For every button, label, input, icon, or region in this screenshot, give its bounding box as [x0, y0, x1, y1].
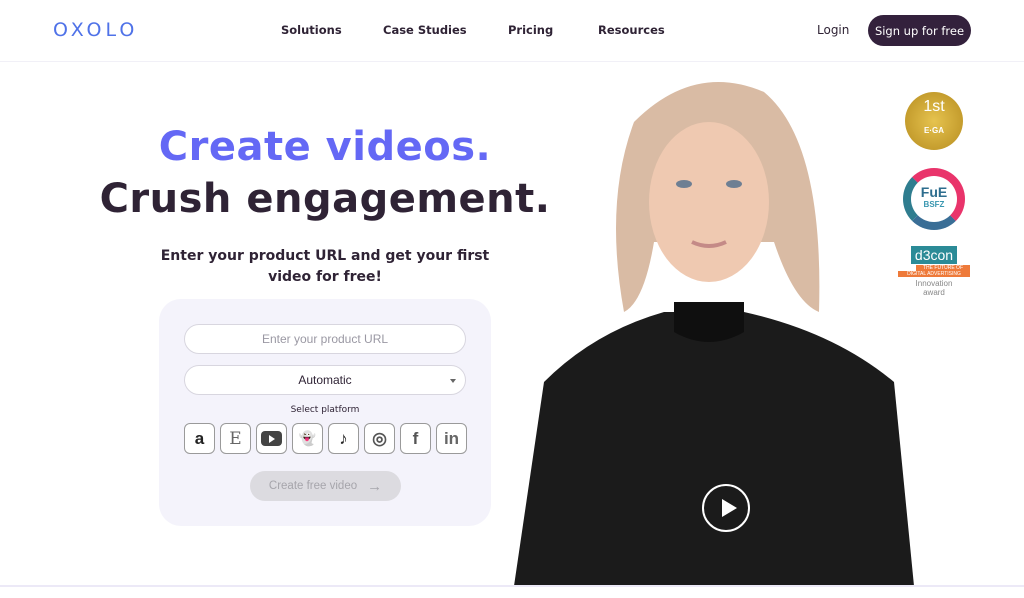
nav-resources[interactable]: Resources — [598, 23, 665, 37]
oxolo-logo[interactable]: OXOLO — [53, 19, 138, 41]
snapchat-icon[interactable]: 👻 — [292, 423, 323, 454]
instagram-icon[interactable]: ◎ — [364, 423, 395, 454]
tiktok-icon[interactable]: ♪ — [328, 423, 359, 454]
login-link[interactable]: Login — [817, 23, 849, 37]
play-icon[interactable] — [702, 484, 750, 532]
signup-button[interactable]: Sign up for free — [868, 15, 971, 46]
fue-title: FuE — [920, 184, 948, 200]
create-video-button[interactable]: Create free video → — [250, 471, 401, 501]
ega-label: E·GA — [924, 126, 944, 135]
etsy-icon[interactable]: E — [220, 423, 251, 454]
facebook-icon[interactable]: f — [400, 423, 431, 454]
select-platform-label: Select platform — [290, 405, 360, 415]
nav-solutions[interactable]: Solutions — [281, 23, 342, 37]
product-url-input[interactable]: Enter your product URL — [184, 324, 466, 354]
hero-subtitle: Enter your product URL and get your firs… — [160, 248, 490, 285]
d3con-award-badge: d3con THE FUTURE OF DIGITAL ADVERTISING … — [898, 246, 970, 297]
arrow-right-icon: → — [367, 477, 383, 495]
d3con-tag2: DIGITAL ADVERTISING — [898, 271, 970, 277]
section-divider — [0, 585, 1024, 587]
linkedin-icon[interactable]: in — [436, 423, 467, 454]
nav-case-studies[interactable]: Case Studies — [383, 23, 467, 37]
nav-pricing[interactable]: Pricing — [508, 23, 553, 37]
ega-rank: 1st — [923, 98, 945, 115]
fue-award-badge: FuE BSFZ — [903, 168, 965, 230]
platform-select-value: Automatic — [298, 373, 352, 387]
ega-award-badge: 1st E·GA — [905, 92, 963, 150]
d3con-caption: Innovation award — [915, 279, 953, 297]
platform-list: a E 👻 ♪ ◎ f in — [184, 423, 467, 454]
url-form-card: Enter your product URL Automatic Select … — [159, 299, 491, 526]
platform-select[interactable]: Automatic — [184, 365, 466, 395]
create-video-label: Create free video — [268, 480, 358, 492]
fue-sub: BSFZ — [923, 200, 945, 209]
top-nav: OXOLO Solutions Case Studies Pricing Res… — [0, 0, 1024, 62]
youtube-icon[interactable] — [256, 423, 287, 454]
amazon-icon[interactable]: a — [184, 423, 215, 454]
d3con-logo: d3con — [910, 246, 958, 264]
caret-down-icon — [450, 379, 456, 383]
